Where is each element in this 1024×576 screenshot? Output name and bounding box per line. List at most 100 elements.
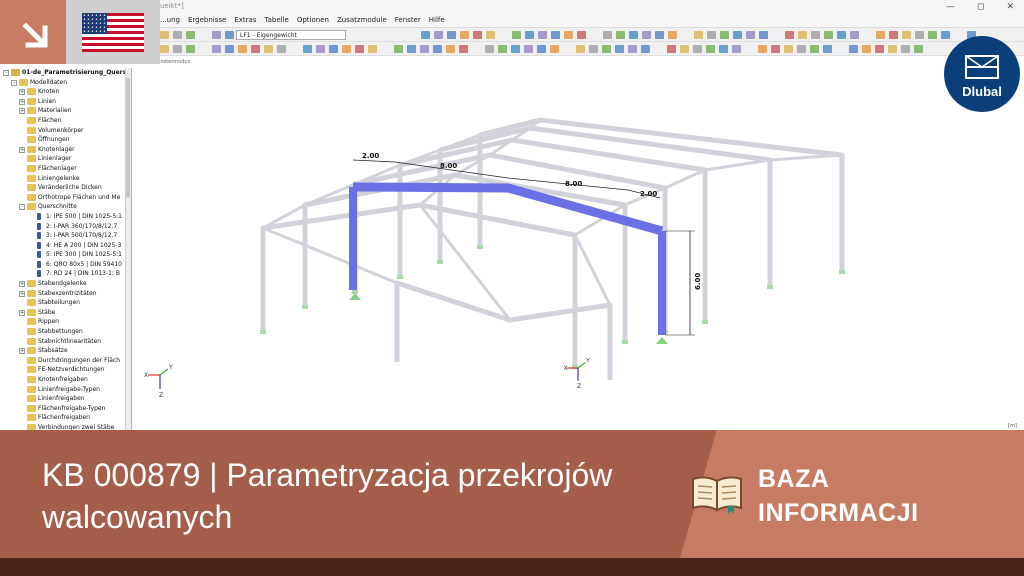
navigator-item[interactable]: - Modelldaten <box>0 78 131 88</box>
toolbar-button-icon[interactable] <box>759 31 768 39</box>
close-icon[interactable]: ✕ <box>1006 2 1014 12</box>
toolbar-button-icon[interactable] <box>329 45 338 53</box>
navigator-item[interactable]: Linienlager <box>0 154 131 164</box>
toolbar-button-icon[interactable] <box>355 45 364 53</box>
toolbar-button-icon[interactable] <box>277 45 286 53</box>
toolbar-button-icon[interactable] <box>836 45 845 53</box>
navigator-item[interactable]: Liniengelenke <box>0 174 131 184</box>
expand-icon[interactable]: + <box>19 108 25 115</box>
toolbar-button-icon[interactable] <box>863 31 872 39</box>
collapse-icon[interactable]: - <box>3 70 9 76</box>
toolbar-button-icon[interactable] <box>512 31 521 39</box>
toolbar-button-icon[interactable] <box>707 31 716 39</box>
navigator-item[interactable]: Orthotrope Flächen und Me <box>0 193 131 203</box>
toolbar-button-icon[interactable] <box>290 45 299 53</box>
toolbar-button-icon[interactable] <box>915 31 924 39</box>
navigator-item[interactable]: Öffnungen <box>0 135 131 145</box>
navigator-item[interactable]: Flächenfreigaben <box>0 413 131 423</box>
toolbar-button-icon[interactable] <box>615 45 624 53</box>
toolbar-button-icon[interactable] <box>811 31 820 39</box>
expand-icon[interactable]: + <box>19 290 25 297</box>
navigator-item[interactable]: 3: I-PAR 500/170/8/12.7 <box>0 231 131 241</box>
navigator-item[interactable]: Durchdringungen der Fläch <box>0 356 131 366</box>
toolbar-button-icon[interactable] <box>459 45 468 53</box>
toolbar-button-icon[interactable] <box>837 31 846 39</box>
toolbar-button-icon[interactable] <box>902 31 911 39</box>
toolbar-button-icon[interactable] <box>875 45 884 53</box>
toolbar-button-icon[interactable] <box>628 45 637 53</box>
toolbar-button-icon[interactable] <box>577 31 586 39</box>
model-viewport[interactable]: 2.00 8.00 8.00 2.00 6.00 X Y Z X Y Z <box>134 58 1024 430</box>
navigator-item[interactable]: 7: RD 24 | DIN 1013-1; B <box>0 269 131 279</box>
toolbar-button-icon[interactable] <box>511 45 520 53</box>
toolbar-button-icon[interactable] <box>407 45 416 53</box>
navigator-item[interactable]: + Linien <box>0 97 131 107</box>
toolbar-button-icon[interactable] <box>473 31 482 39</box>
toolbar-button-icon[interactable] <box>603 31 612 39</box>
toolbar-button-icon[interactable] <box>160 31 169 39</box>
toolbar-button-icon[interactable] <box>381 45 390 53</box>
menu-item[interactable]: Ergebnisse <box>188 16 226 24</box>
toolbar-button-icon[interactable] <box>394 45 403 53</box>
navigator-item[interactable]: + Knotenlager <box>0 145 131 155</box>
menu-item[interactable]: Optionen <box>297 16 329 24</box>
toolbar-button-icon[interactable] <box>849 45 858 53</box>
toolbar-button-icon[interactable] <box>486 31 495 39</box>
expand-icon[interactable]: + <box>19 89 25 96</box>
menu-item[interactable]: Hilfe <box>429 16 445 24</box>
toolbar-button-icon[interactable] <box>212 45 221 53</box>
toolbar-button-icon[interactable] <box>629 31 638 39</box>
expand-icon[interactable]: + <box>19 146 25 153</box>
toolbar-button-icon[interactable] <box>668 31 677 39</box>
toolbar-button-icon[interactable] <box>472 45 481 53</box>
toolbar-button-icon[interactable] <box>225 45 234 53</box>
toolbar-button-icon[interactable] <box>706 45 715 53</box>
toolbar-button-icon[interactable] <box>798 31 807 39</box>
toolbar-button-icon[interactable] <box>316 45 325 53</box>
navigator-item[interactable]: + Materialien <box>0 106 131 116</box>
us-flag-icon[interactable] <box>82 13 144 52</box>
toolbar-button-icon[interactable] <box>654 45 663 53</box>
toolbar-button-icon[interactable] <box>238 45 247 53</box>
expand-icon[interactable]: + <box>19 348 25 355</box>
navigator-item[interactable]: 4: HE A 200 | DIN 1025-3 <box>0 241 131 251</box>
toolbar-button-icon[interactable] <box>720 31 729 39</box>
navigator-item[interactable]: Stabteilungen <box>0 298 131 308</box>
navigator-item[interactable]: + Stabexzentrizitäten <box>0 289 131 299</box>
toolbar-button-icon[interactable] <box>485 45 494 53</box>
menu-item[interactable]: Fenster <box>395 16 421 24</box>
collapse-icon[interactable]: - <box>11 79 17 86</box>
toolbar-button-icon[interactable] <box>681 31 690 39</box>
navigator-item[interactable]: 1: IPE 500 | DIN 1025-5:1 <box>0 212 131 222</box>
toolbar-button-icon[interactable] <box>667 45 676 53</box>
navigator-item[interactable]: Stabbettungen <box>0 327 131 337</box>
navigator-item[interactable]: Stabnichtlinearitäten <box>0 337 131 347</box>
menu-item[interactable]: ...ung <box>160 16 180 24</box>
toolbar-button-icon[interactable] <box>746 31 755 39</box>
toolbar-button-icon[interactable] <box>733 31 742 39</box>
toolbar-button-icon[interactable] <box>850 31 859 39</box>
load-case-select[interactable]: LF1 - Eigengewicht <box>236 30 346 40</box>
toolbar-button-icon[interactable] <box>537 45 546 53</box>
toolbar-button-icon[interactable] <box>199 45 208 53</box>
navigator-item[interactable]: FE-Netzverdichtungen <box>0 365 131 375</box>
navigator-item[interactable]: Flächenfreigabe-Typen <box>0 404 131 414</box>
toolbar-button-icon[interactable] <box>876 31 885 39</box>
navigator-item[interactable]: Linienfreigabe-Typen <box>0 385 131 395</box>
toolbar-button-icon[interactable] <box>888 45 897 53</box>
navigator-item[interactable]: 5: IPE 300 | DIN 1025-5:1 <box>0 250 131 260</box>
minimize-icon[interactable]: — <box>946 2 955 12</box>
toolbar-button-icon[interactable] <box>525 31 534 39</box>
collapse-icon[interactable]: - <box>19 204 25 211</box>
maximize-icon[interactable]: ◻ <box>977 2 984 12</box>
navigator-item[interactable]: Flächenlager <box>0 164 131 174</box>
toolbar-button-icon[interactable] <box>823 45 832 53</box>
toolbar-button-icon[interactable] <box>680 45 689 53</box>
toolbar-button-icon[interactable] <box>408 31 417 39</box>
navigator-item[interactable]: + Stabsätze <box>0 346 131 356</box>
toolbar-button-icon[interactable] <box>810 45 819 53</box>
toolbar-button-icon[interactable] <box>186 31 195 39</box>
toolbar-button-icon[interactable] <box>589 45 598 53</box>
navigator-item[interactable]: 2: I-PAR 360/170/8/12.7 <box>0 222 131 232</box>
toolbar-button-icon[interactable] <box>824 31 833 39</box>
